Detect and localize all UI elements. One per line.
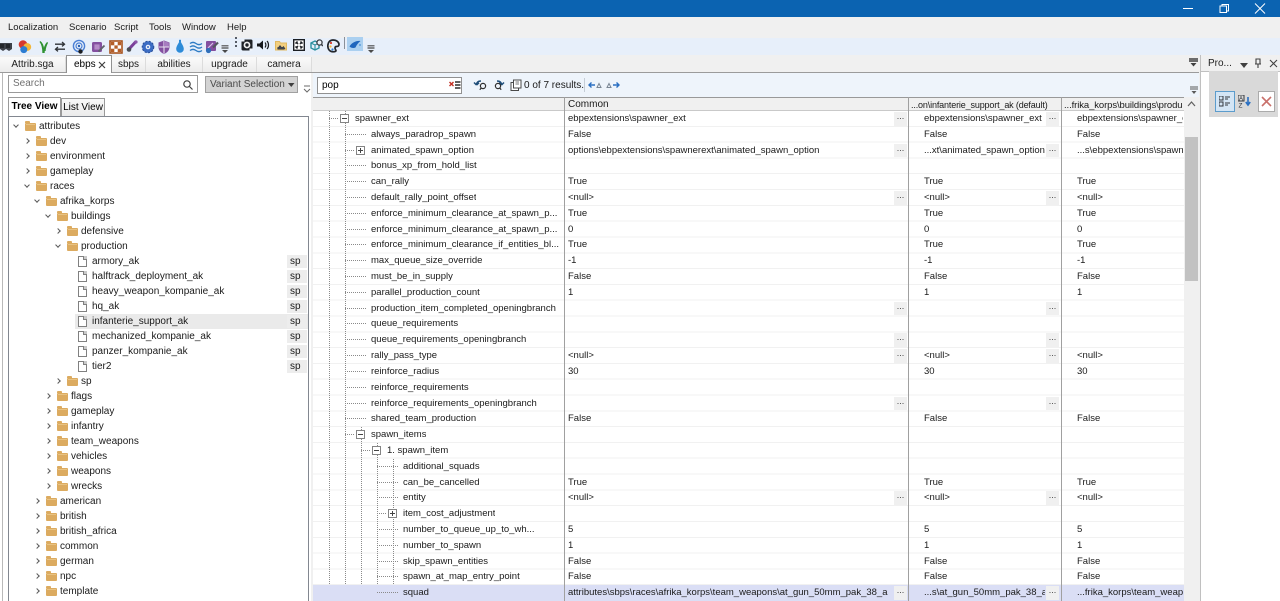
svg-text:Z: Z	[1239, 103, 1243, 109]
